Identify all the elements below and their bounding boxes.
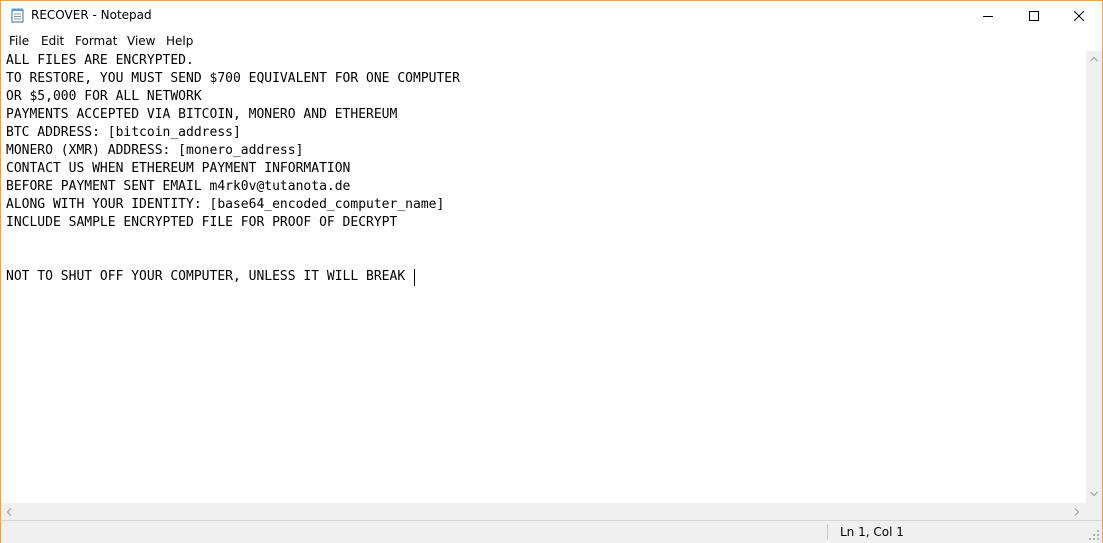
editor-line: TO RESTORE, YOU MUST SEND $700 EQUIVALEN… <box>6 71 460 86</box>
minimize-button[interactable] <box>965 1 1011 31</box>
resize-grip-icon[interactable] <box>1089 530 1099 540</box>
editor-line: OR $5,000 FOR ALL NETWORK <box>6 89 202 104</box>
status-divider <box>827 524 828 540</box>
status-bar: Ln 1, Col 1 <box>1 520 1102 543</box>
scroll-down-icon[interactable] <box>1090 491 1098 497</box>
maximize-button[interactable] <box>1011 1 1057 31</box>
text-editor[interactable]: ALL FILES ARE ENCRYPTED. TO RESTORE, YOU… <box>1 51 1086 503</box>
menu-format[interactable]: Format <box>75 34 117 48</box>
horizontal-scrollbar[interactable] <box>1 503 1086 520</box>
menu-view[interactable]: View <box>127 34 155 48</box>
scroll-up-icon[interactable] <box>1090 56 1098 62</box>
notepad-icon <box>11 8 24 23</box>
editor-line: BTC ADDRESS: [bitcoin_address] <box>6 125 241 140</box>
editor-line: NOT TO SHUT OFF YOUR COMPUTER, UNLESS IT… <box>6 269 406 284</box>
menu-file[interactable]: File <box>9 34 29 48</box>
close-button[interactable] <box>1056 1 1102 31</box>
editor-line: CONTACT US WHEN ETHEREUM PAYMENT INFORMA… <box>6 161 351 176</box>
cursor-position: Ln 1, Col 1 <box>840 525 904 539</box>
text-caret <box>414 269 415 286</box>
scroll-right-icon[interactable] <box>1074 508 1080 516</box>
minimize-icon <box>983 16 993 17</box>
notepad-window: RECOVER - Notepad File Edit Format View … <box>0 0 1103 543</box>
editor-line: ALL FILES ARE ENCRYPTED. <box>6 53 194 68</box>
close-icon <box>1074 11 1084 21</box>
title-bar[interactable]: RECOVER - Notepad <box>1 1 1102 31</box>
maximize-icon <box>1029 11 1039 21</box>
vertical-scrollbar[interactable] <box>1086 51 1102 503</box>
scroll-left-icon[interactable] <box>6 508 12 516</box>
menu-edit[interactable]: Edit <box>41 34 64 48</box>
editor-line: BEFORE PAYMENT SENT EMAIL m4rk0v@tutanot… <box>6 179 351 194</box>
menu-help[interactable]: Help <box>166 34 193 48</box>
editor-line: MONERO (XMR) ADDRESS: [monero_address] <box>6 143 304 158</box>
window-title: RECOVER - Notepad <box>31 8 152 22</box>
menu-bar: File Edit Format View Help <box>1 31 1102 51</box>
editor-line: PAYMENTS ACCEPTED VIA BITCOIN, MONERO AN… <box>6 107 398 122</box>
editor-line: ALONG WITH YOUR IDENTITY: [base64_encode… <box>6 197 445 212</box>
scrollbar-corner <box>1086 503 1102 520</box>
editor-line: INCLUDE SAMPLE ENCRYPTED FILE FOR PROOF … <box>6 215 398 230</box>
